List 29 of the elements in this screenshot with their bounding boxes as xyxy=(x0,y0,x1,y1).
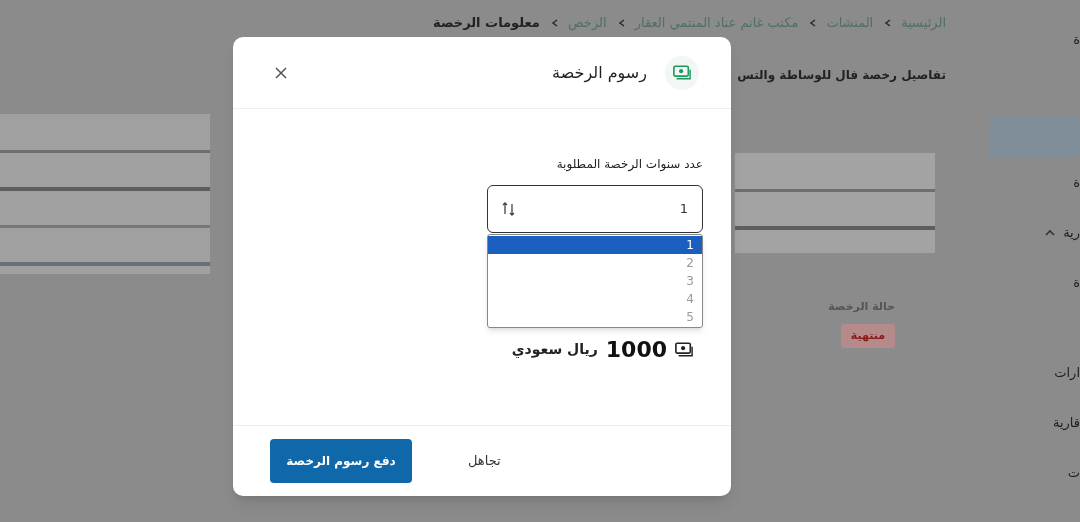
dropdown-option[interactable]: 1 xyxy=(488,236,702,254)
sidebar-item[interactable]: ة xyxy=(1073,273,1080,293)
price-amount: 1000 xyxy=(605,336,667,364)
sidebar-label: ة xyxy=(1073,31,1080,49)
sort-icon xyxy=(502,201,516,217)
sidebar-item[interactable]: رية xyxy=(1063,223,1080,243)
sidebar-item[interactable]: قارية xyxy=(1052,413,1080,433)
dialog-title: رسوم الرخصة xyxy=(552,61,647,85)
money-icon xyxy=(673,65,691,80)
page-heading: تفاصيل رخصة فال للوساطة والتس xyxy=(737,67,946,84)
dropdown-option[interactable]: 3 xyxy=(488,272,702,290)
breadcrumb-link[interactable]: معلومات الرخصة xyxy=(433,13,540,33)
dropdown-option[interactable]: 5 xyxy=(488,308,702,326)
price-currency: ريال سعودي xyxy=(511,340,598,360)
chevron-icon xyxy=(549,18,560,28)
status-badge: منتهية xyxy=(840,323,895,348)
chevron-icon xyxy=(616,18,627,28)
sidebar-item[interactable]: ت xyxy=(1067,463,1080,483)
select-value: 1 xyxy=(679,200,688,219)
field-label: عدد سنوات الرخصة المطلوبة xyxy=(556,156,703,173)
dropdown-option[interactable]: 4 xyxy=(488,290,702,308)
sidebar-item[interactable]: ة xyxy=(1073,173,1080,193)
money-icon xyxy=(675,342,693,357)
dismiss-button[interactable]: تجاهل xyxy=(448,439,521,483)
sidebar-item[interactable]: ارات xyxy=(1054,363,1080,383)
dropdown-option[interactable]: 2 xyxy=(488,254,702,272)
pay-button[interactable]: دفع رسوم الرخصة xyxy=(270,439,412,483)
close-icon xyxy=(275,66,287,79)
select-field[interactable]: 1 xyxy=(487,185,703,233)
